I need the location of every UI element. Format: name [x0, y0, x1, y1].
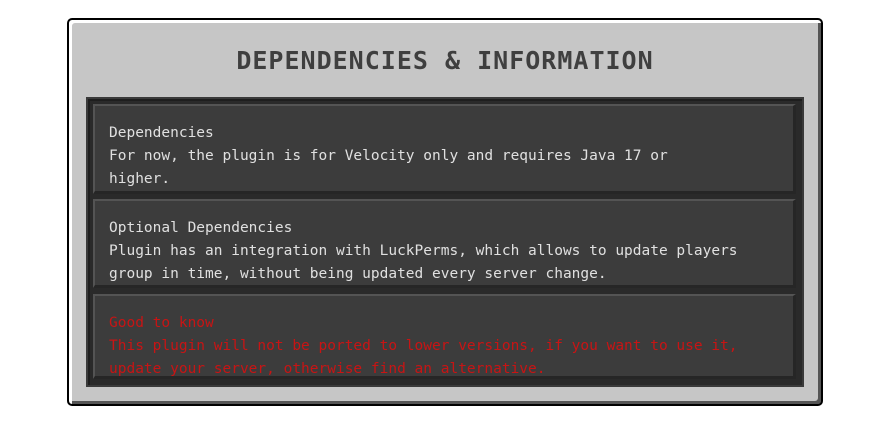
card-heading: Dependencies: [109, 125, 214, 141]
optional-dependencies-card: Optional Dependencies Plugin has an inte…: [93, 199, 796, 288]
info-panel: DEPENDENCIES & INFORMATION Dependencies …: [67, 18, 823, 406]
panel-title: DEPENDENCIES & INFORMATION: [236, 46, 654, 75]
dependencies-card: Dependencies For now, the plugin is for …: [93, 104, 796, 194]
card-heading: Optional Dependencies: [109, 220, 293, 236]
card-body: Plugin has an integration with LuckPerms…: [109, 243, 738, 282]
good-to-know-card: Good to know This plugin will not be por…: [93, 294, 796, 379]
card-body: This plugin will not be ported to lower …: [109, 338, 738, 377]
card-body: For now, the plugin is for Velocity only…: [109, 148, 668, 187]
card-heading: Good to know: [109, 315, 214, 331]
cards-container: Dependencies For now, the plugin is for …: [86, 97, 804, 387]
